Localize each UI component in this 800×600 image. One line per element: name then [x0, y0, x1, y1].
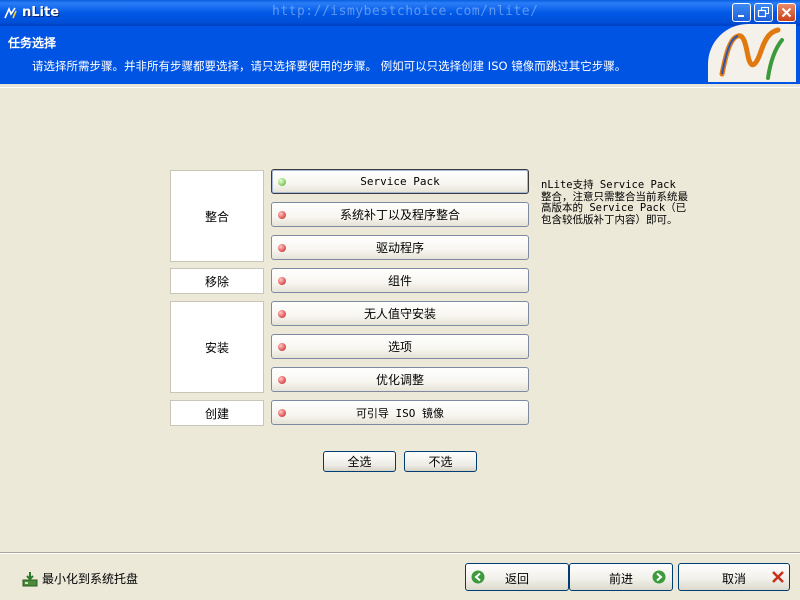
- back-button[interactable]: 返回: [465, 563, 569, 591]
- page-title: 任务选择: [8, 36, 57, 50]
- step-info-text: nLite支持 Service Pack 整合，注意只需整合当前系统最高版本的 …: [541, 179, 688, 226]
- status-indicator-off-icon: [278, 343, 286, 351]
- step-hotfixes-button[interactable]: 系统补丁以及程序整合: [271, 202, 529, 227]
- status-indicator-on-icon: [278, 178, 286, 186]
- next-button[interactable]: 前进: [569, 563, 673, 591]
- select-all-label: 全选: [347, 455, 372, 469]
- maximize-button[interactable]: [754, 3, 773, 22]
- header-divider: [0, 84, 800, 88]
- page-description: 请选择所需步骤。并非所有步骤都要选择，请只选择要使用的步骤。 例如可以只选择创建…: [32, 59, 627, 73]
- minimize-icon: [738, 15, 744, 17]
- cancel-button[interactable]: 取消: [678, 563, 790, 591]
- step-label: 可引导 ISO 镜像: [355, 406, 445, 420]
- nlite-logo: [708, 24, 796, 82]
- category-remove: 移除: [170, 268, 264, 294]
- nlite-app-icon: [4, 7, 17, 19]
- select-all-button[interactable]: 全选: [323, 451, 396, 472]
- tray-icon: [22, 571, 38, 586]
- step-label: 系统补丁以及程序整合: [339, 208, 460, 222]
- url-watermark: http://ismybestchoice.com/nlite/: [272, 4, 539, 19]
- close-window-button[interactable]: [777, 3, 796, 22]
- window-title: nLite: [22, 5, 60, 20]
- next-arrow-icon: [652, 570, 666, 584]
- status-indicator-off-icon: [278, 310, 286, 318]
- back-label: 返回: [504, 572, 529, 586]
- step-label: 组件: [387, 274, 412, 288]
- select-none-button[interactable]: 不选: [404, 451, 477, 472]
- step-components-button[interactable]: 组件: [271, 268, 529, 293]
- minimize-to-tray-label: 最小化到系统托盘: [42, 572, 139, 586]
- step-options-button[interactable]: 选项: [271, 334, 529, 359]
- title-bar[interactable]: nLite http://ismybestchoice.com/nlite/: [0, 0, 800, 26]
- category-setup: 安装: [170, 301, 264, 393]
- category-integrate-label: 整合: [204, 209, 229, 224]
- minimize-to-tray-link[interactable]: 最小化到系统托盘: [22, 570, 138, 587]
- step-label: 无人值守安装: [363, 307, 436, 321]
- step-label: 选项: [387, 340, 412, 354]
- page-header: 任务选择 请选择所需步骤。并非所有步骤都要选择，请只选择要使用的步骤。 例如可以…: [0, 26, 800, 84]
- step-service-pack-button[interactable]: Service Pack: [271, 169, 529, 194]
- category-integrate: 整合: [170, 170, 264, 262]
- category-remove-label: 移除: [204, 274, 229, 289]
- status-indicator-off-icon: [278, 409, 286, 417]
- step-label: 驱动程序: [375, 241, 424, 255]
- step-tweaks-button[interactable]: 优化调整: [271, 367, 529, 392]
- select-none-label: 不选: [428, 455, 453, 469]
- step-bootable-iso-button[interactable]: 可引导 ISO 镜像: [271, 400, 529, 425]
- step-label: Service Pack: [360, 175, 440, 188]
- close-icon: [781, 7, 792, 18]
- status-indicator-off-icon: [278, 244, 286, 252]
- step-label: 优化调整: [375, 373, 424, 387]
- status-indicator-off-icon: [278, 376, 286, 384]
- step-drivers-button[interactable]: 驱动程序: [271, 235, 529, 260]
- category-create-label: 创建: [204, 406, 229, 421]
- footer-divider: [0, 552, 800, 554]
- restore-icon: [757, 7, 769, 18]
- status-indicator-off-icon: [278, 277, 286, 285]
- cancel-x-icon: [772, 571, 784, 583]
- category-setup-label: 安装: [204, 340, 229, 355]
- step-unattended-button[interactable]: 无人值守安装: [271, 301, 529, 326]
- minimize-button[interactable]: [732, 3, 751, 22]
- category-create: 创建: [170, 400, 264, 426]
- status-indicator-off-icon: [278, 211, 286, 219]
